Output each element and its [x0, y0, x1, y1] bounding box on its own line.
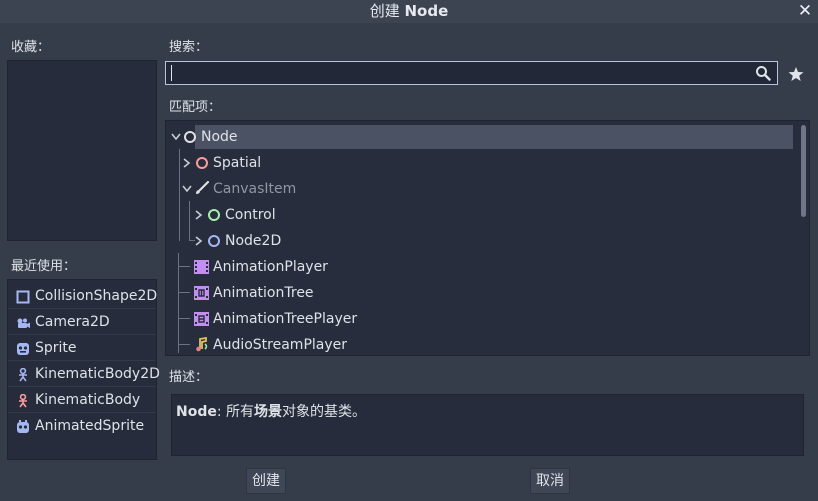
favorites-label: 收藏：	[11, 40, 51, 55]
tree-guide-line	[178, 266, 190, 267]
kinematic-body-icon	[19, 368, 27, 382]
tree-item-label: Spatial	[213, 155, 262, 171]
chevron-right-icon[interactable]	[195, 210, 203, 220]
tree-item-label: AnimationTreePlayer	[213, 311, 358, 327]
spatial-icon	[196, 157, 208, 169]
matches-label: 匹配项：	[169, 100, 222, 115]
tree-item-node2d[interactable]: Node2D	[193, 228, 793, 254]
recent-item-sprite[interactable]: Sprite	[8, 336, 156, 361]
recent-item-label: CollisionShape2D	[35, 288, 158, 304]
tree-item-animationplayer[interactable]: AnimationPlayer	[193, 254, 793, 280]
tree-item-audiostreamplayer[interactable]: AudioStreamPlayer	[193, 332, 793, 355]
text-caret	[171, 65, 172, 81]
search-icon[interactable]	[755, 65, 771, 81]
tree-item-label: AnimationPlayer	[213, 259, 328, 275]
recent-item-label: Sprite	[35, 340, 77, 356]
tree-item-label: Node2D	[225, 233, 282, 249]
chevron-down-icon[interactable]	[171, 133, 181, 141]
node2d-icon	[208, 235, 220, 247]
tree-item-label: Control	[225, 207, 276, 223]
create-button[interactable]: 创建	[246, 468, 286, 494]
sprite-icon	[17, 343, 29, 355]
recent-item-label: KinematicBody2D	[35, 366, 160, 382]
collision-shape-icon	[16, 290, 30, 304]
dialog-title: 创建 Node	[369, 2, 449, 20]
chevron-down-icon[interactable]	[182, 185, 192, 193]
animation-player-icon	[194, 260, 209, 274]
kinematic-body-3d-icon	[19, 394, 27, 408]
recent-item-label: Camera2D	[35, 314, 110, 330]
recent-label: 最近使用：	[11, 259, 77, 274]
favorites-list[interactable]	[7, 60, 157, 241]
chevron-right-icon[interactable]	[183, 158, 191, 168]
tree-item-canvasitem[interactable]: CanvasItem	[181, 176, 793, 202]
cancel-button[interactable]: 取消	[530, 468, 570, 494]
tree-item-label: AudioStreamPlayer	[213, 337, 348, 353]
recent-item-collisionshape2d[interactable]: CollisionShape2D	[8, 284, 158, 309]
tree-item-spatial[interactable]: Spatial	[181, 150, 793, 176]
chevron-right-icon[interactable]	[195, 236, 203, 246]
animation-tree-player-icon	[194, 312, 209, 326]
tree-scrollbar[interactable]	[801, 125, 806, 217]
tree-guide-line	[178, 344, 190, 345]
tree-item-animationtreeplayer[interactable]: AnimationTreePlayer	[193, 306, 793, 332]
node-icon	[184, 131, 196, 143]
recent-item-label: AnimatedSprite	[35, 418, 145, 434]
search-input[interactable]	[165, 61, 778, 85]
recent-item-kinematicbody[interactable]: KinematicBody	[8, 388, 156, 413]
favorite-star-icon[interactable]	[788, 66, 804, 82]
animated-sprite-icon	[17, 420, 29, 433]
search-label: 搜索：	[169, 40, 209, 55]
recent-item-kinematicbody2d[interactable]: KinematicBody2D	[8, 362, 160, 387]
tree-item-label: CanvasItem	[213, 181, 297, 197]
paintbrush-icon	[196, 181, 209, 194]
tree-guide-line	[178, 292, 190, 293]
tree-item-label: AnimationTree	[213, 285, 314, 301]
tree-guide-line	[178, 318, 190, 319]
tree-item-control[interactable]: Control	[193, 202, 793, 228]
recent-item-camera2d[interactable]: Camera2D	[8, 310, 156, 335]
recent-item-label: KinematicBody	[35, 392, 141, 408]
camera-icon	[17, 318, 30, 328]
tree-item-animationtree[interactable]: AnimationTree	[193, 280, 793, 306]
description-text: Node: 所有场景对象的基类。	[176, 404, 367, 420]
description-label: 描述：	[169, 370, 209, 385]
audio-stream-player-icon	[196, 337, 208, 352]
tree-guide-line	[179, 149, 180, 241]
tree-item-node[interactable]: Node	[171, 124, 793, 150]
tree-guide-line	[178, 253, 179, 353]
animation-tree-icon	[194, 286, 209, 300]
close-icon[interactable]: ✕	[795, 1, 815, 21]
control-icon	[208, 209, 220, 221]
tree-guide-line	[189, 201, 190, 241]
tree-item-label: Node	[201, 129, 238, 145]
recent-item-animatedsprite[interactable]: AnimatedSprite	[8, 414, 156, 439]
